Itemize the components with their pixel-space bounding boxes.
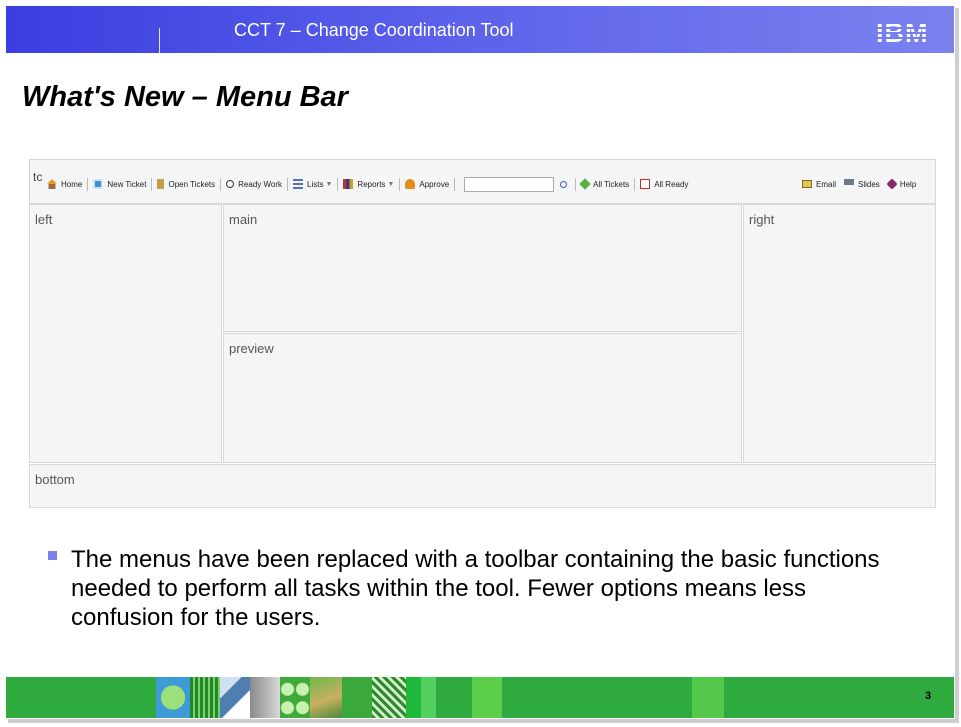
panel-main-label: main xyxy=(229,212,258,227)
panel-main: main xyxy=(223,204,742,332)
slide-footer xyxy=(6,677,954,718)
new-ticket-icon xyxy=(93,179,104,189)
toolbar-region-label: tc xyxy=(33,170,43,184)
approve-icon xyxy=(405,179,416,189)
help-icon xyxy=(886,178,898,190)
toolbar-lists-menu[interactable]: Lists ▼ xyxy=(289,179,336,189)
toolbar-slides-button[interactable]: Slides xyxy=(840,179,884,189)
footer-image-strip xyxy=(156,677,724,718)
panel-bottom-label: bottom xyxy=(35,472,75,487)
slides-label: Slides xyxy=(858,179,880,189)
frame-shadow-right xyxy=(955,8,959,720)
app-layout-mockup: tc Home New Ticket Open Tickets Ready Wo… xyxy=(29,159,936,508)
toolbar: tc Home New Ticket Open Tickets Ready Wo… xyxy=(29,159,936,204)
toolbar-approve-button[interactable]: Approve xyxy=(401,179,453,189)
all-ready-label: All Ready xyxy=(654,179,689,189)
panel-right: right xyxy=(743,204,936,463)
open-tickets-icon xyxy=(157,179,165,189)
header-divider xyxy=(159,28,160,54)
panel-left: left xyxy=(29,204,222,463)
header-title: CCT 7 – Change Coordination Tool xyxy=(234,20,514,40)
search-icon[interactable] xyxy=(560,180,568,188)
reports-icon xyxy=(343,179,354,189)
toolbar-separator xyxy=(399,177,401,191)
toolbar-separator xyxy=(87,177,89,191)
reports-label: Reports xyxy=(357,179,386,189)
home-icon xyxy=(47,179,57,189)
panel-left-label: left xyxy=(35,212,53,227)
toolbar-email-button[interactable]: Email xyxy=(798,180,840,189)
footer-tile xyxy=(310,677,342,718)
footer-tile xyxy=(372,677,406,718)
calendar-icon xyxy=(640,179,651,189)
slide-title: What's New – Menu Bar xyxy=(22,81,348,113)
toolbar-reports-menu[interactable]: Reports ▼ xyxy=(339,179,398,189)
frame-shadow-bottom xyxy=(8,719,959,723)
clock-icon xyxy=(226,180,235,188)
footer-tile xyxy=(502,677,692,718)
page-number: 3 xyxy=(925,690,932,702)
ibm-logo: IBM xyxy=(876,19,942,47)
toolbar-separator xyxy=(454,177,456,191)
panel-right-label: right xyxy=(749,212,775,227)
panel-preview-label: preview xyxy=(229,341,274,356)
panel-bottom: bottom xyxy=(29,464,936,508)
bullet-text: The menus have been replaced with a tool… xyxy=(71,546,880,631)
bullet-marker xyxy=(48,551,57,560)
toolbar-all-ready-button[interactable]: All Ready xyxy=(636,179,692,189)
footer-tile xyxy=(220,677,250,718)
toolbar-all-tickets-button[interactable]: All Tickets xyxy=(577,178,633,190)
toolbar-separator xyxy=(220,177,222,191)
all-tickets-label: All Tickets xyxy=(593,179,630,189)
toolbar-separator xyxy=(287,177,289,191)
footer-tile xyxy=(190,677,220,718)
all-tickets-icon xyxy=(579,178,591,190)
toolbar-new-ticket-button[interactable]: New Ticket xyxy=(89,179,150,189)
lists-label: Lists xyxy=(307,179,324,189)
new-ticket-label: New Ticket xyxy=(107,179,147,189)
footer-tile xyxy=(472,677,502,718)
toolbar-home-button[interactable]: Home xyxy=(43,179,86,189)
toolbar-separator xyxy=(634,177,636,191)
approve-label: Approve xyxy=(419,179,450,189)
toolbar-separator xyxy=(151,177,153,191)
chevron-down-icon: ▼ xyxy=(387,180,395,188)
footer-tile xyxy=(342,677,372,718)
lists-icon xyxy=(293,179,304,189)
ibm-logo-text: IBM xyxy=(876,18,929,48)
toolbar-items: Home New Ticket Open Tickets Ready Work … xyxy=(43,176,692,192)
toolbar-ready-work-button[interactable]: Ready Work xyxy=(222,180,286,189)
slide: CCT 7 – Change Coordination Tool IBM Wha… xyxy=(0,0,961,727)
toolbar-open-tickets-button[interactable]: Open Tickets xyxy=(153,179,219,189)
slide-header: CCT 7 – Change Coordination Tool IBM xyxy=(6,6,954,54)
footer-tile xyxy=(250,677,280,718)
help-label: Help xyxy=(899,179,917,189)
footer-tile xyxy=(406,677,436,718)
toolbar-separator xyxy=(575,177,577,191)
email-label: Email xyxy=(816,179,837,189)
email-icon xyxy=(802,180,812,188)
footer-tile xyxy=(156,677,190,718)
footer-tile xyxy=(436,677,472,718)
open-tickets-label: Open Tickets xyxy=(168,179,216,189)
home-label: Home xyxy=(61,179,83,189)
toolbar-separator xyxy=(337,177,339,191)
toolbar-right-items: Email Slides Help xyxy=(798,176,920,192)
chevron-down-icon: ▼ xyxy=(325,180,333,188)
footer-tile xyxy=(280,677,310,718)
slides-icon xyxy=(844,179,855,189)
panel-preview: preview xyxy=(223,333,742,463)
search-input[interactable] xyxy=(464,176,555,192)
ready-work-label: Ready Work xyxy=(238,179,283,189)
toolbar-help-button[interactable]: Help xyxy=(884,178,920,190)
footer-tile xyxy=(692,677,724,718)
